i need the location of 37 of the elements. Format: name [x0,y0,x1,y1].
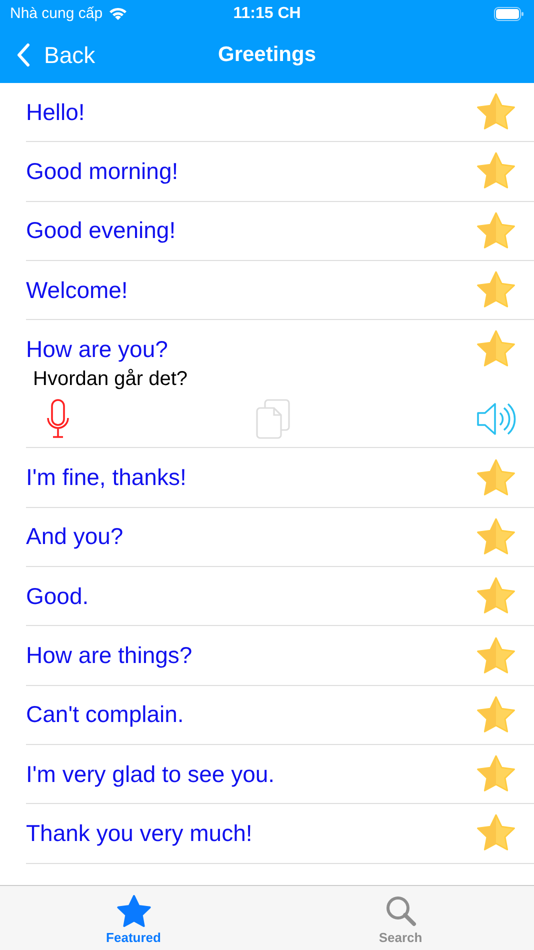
carrier-name: Nhà cung cấp [10,5,103,22]
star-icon[interactable] [476,212,516,250]
wifi-icon [108,6,128,21]
star-icon[interactable] [476,271,516,310]
star-icon [116,894,152,928]
phrase-text[interactable]: And you? [26,523,124,550]
phrase-text[interactable]: How are you? [26,336,168,363]
star-icon[interactable] [476,814,516,852]
screen-title: Greetings [218,43,316,67]
tab-bar-item[interactable]: Featured [0,886,267,950]
speaker-icon[interactable] [476,401,516,438]
search-icon [384,894,418,928]
star-icon[interactable] [476,152,516,190]
phrase-text[interactable]: I'm fine, thanks! [26,464,186,492]
star-icon[interactable] [476,458,516,497]
battery-icon [494,6,524,20]
phrase-text[interactable]: Good morning! [26,158,178,185]
star-icon[interactable] [476,330,516,368]
phrase-text[interactable]: Hello! [26,98,85,126]
star-icon[interactable] [476,636,516,675]
phrase-text[interactable]: Good. [26,582,89,610]
star-icon[interactable] [476,93,516,132]
translation-text: Hvordan går det? [33,368,189,392]
phrase-text[interactable]: Welcome! [26,276,128,304]
star-icon[interactable] [476,696,516,734]
status-time: 11:15 CH [233,4,301,22]
star-icon[interactable] [476,577,516,616]
star-icon[interactable] [476,518,516,556]
phrase-text[interactable]: How are things? [26,642,192,670]
copy-icon[interactable] [256,399,290,440]
microphone-icon[interactable] [46,399,70,440]
phrase-text[interactable]: Thank you very much! [26,820,252,847]
phrase-text[interactable]: Good evening! [26,217,176,244]
chevron-left-icon [16,43,30,67]
star-icon[interactable] [476,755,516,794]
phrase-text[interactable]: Can't complain. [26,701,184,728]
phrase-text[interactable]: I'm very glad to see you. [26,760,275,788]
